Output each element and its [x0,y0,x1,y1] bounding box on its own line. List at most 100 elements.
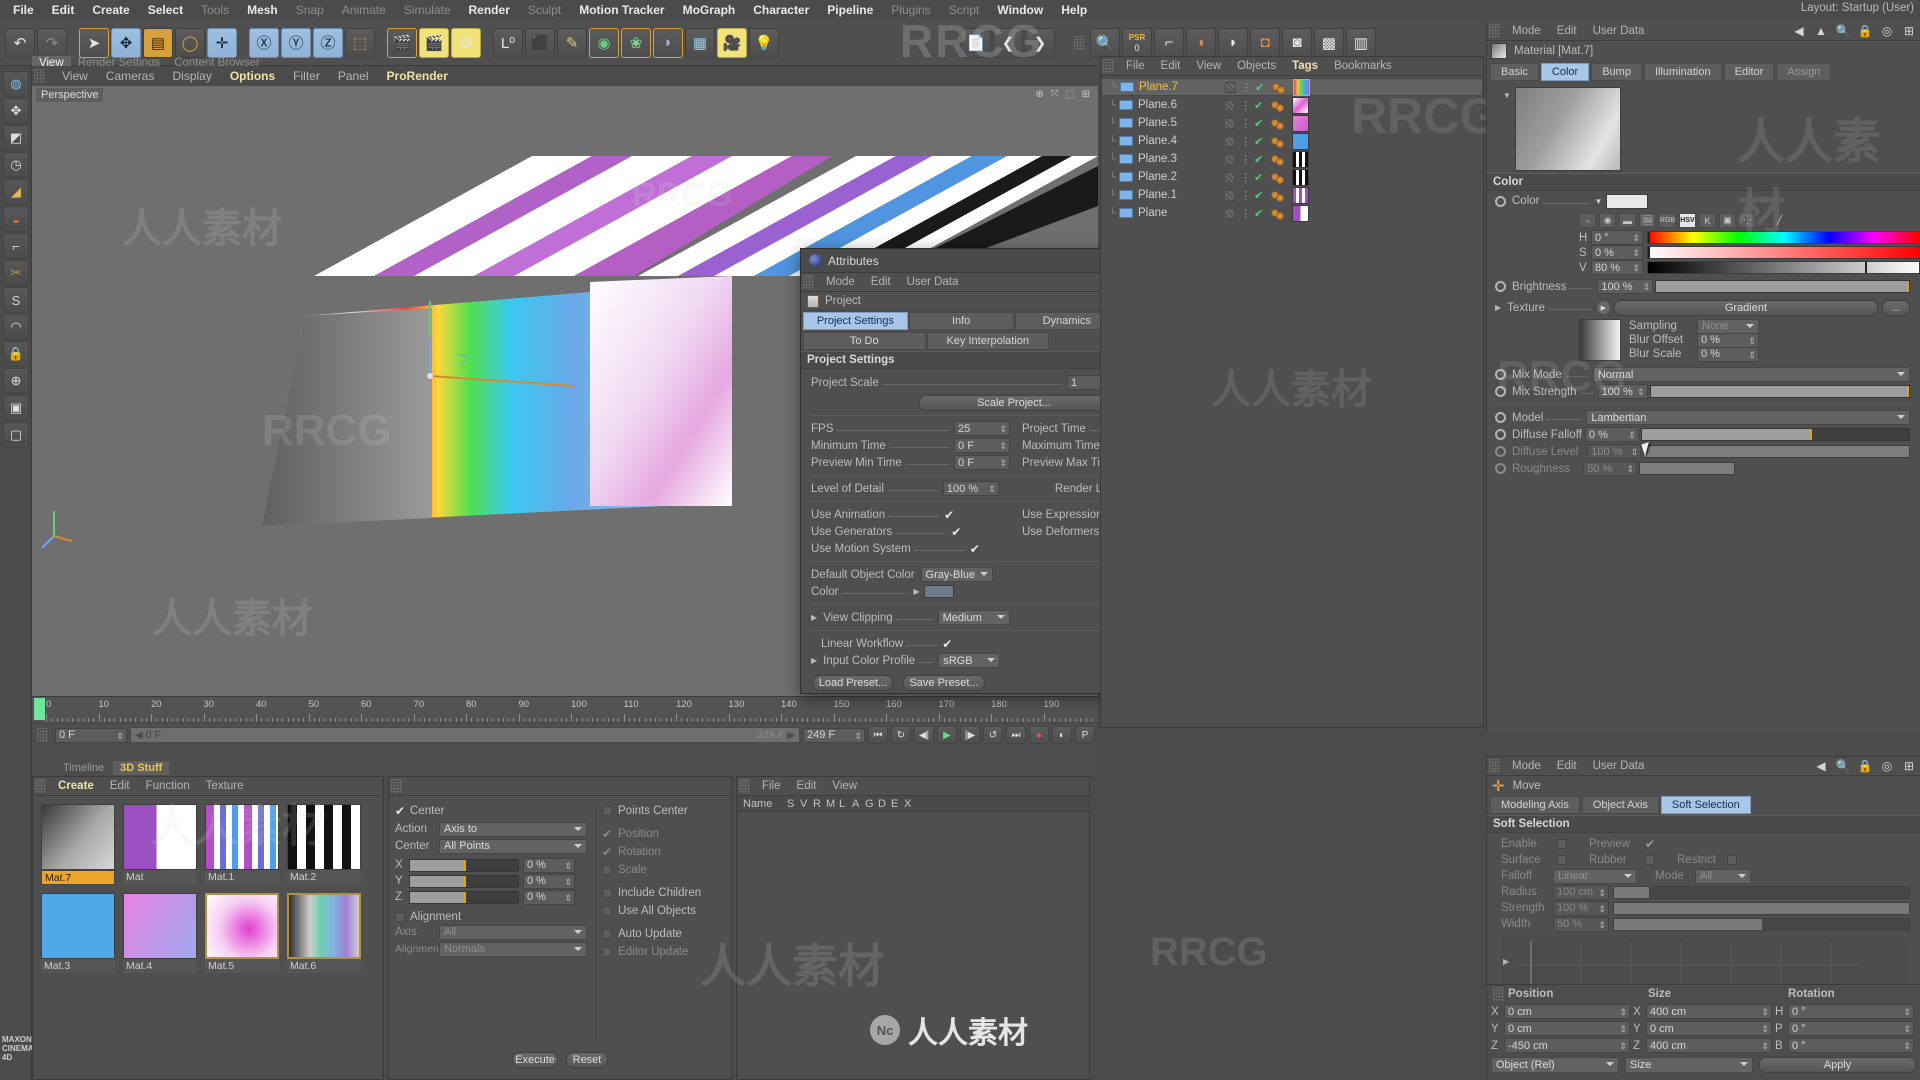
viewport-menu-display[interactable]: Display [163,66,220,86]
snap-poly-icon[interactable]: ◘ [1250,28,1280,58]
viewport-menu-cameras[interactable]: Cameras [97,66,164,86]
snap-vertex-icon[interactable]: ◖ [1186,28,1216,58]
menu-item-mograph[interactable]: MoGraph [674,0,745,20]
diffuse-falloff-field[interactable]: 0 %⇕ [1585,427,1639,442]
enable-check-icon[interactable]: ✔ [1254,153,1263,166]
mix-strength-field[interactable]: 100 %⇕ [1598,384,1648,399]
coord-back-icon[interactable]: ◀ [1810,757,1832,775]
ss-width-field[interactable]: 50 %⇕ [1553,917,1609,932]
ss-strength-slider[interactable] [1613,902,1910,915]
texture-tag-icon[interactable] [1276,212,1284,220]
material-browser-panel[interactable]: CreateEditFunctionTexture Mat.7MatMat.1M… [32,776,384,1080]
coord-tab-object-axis[interactable]: Object Axis [1582,796,1659,814]
viewport-menu-grip[interactable] [34,69,45,83]
object-row[interactable]: └Plane⋮✔ [1101,204,1483,222]
material-thumbnail[interactable] [123,804,197,870]
object-attributes-menu[interactable]: FileEditView [737,777,1089,796]
menu-item-pipeline[interactable]: Pipeline [818,0,882,20]
coord-search-icon[interactable]: 🔍 [1832,757,1854,775]
autokey-icon[interactable]: ◐ [1052,726,1072,744]
coord-tab-modeling-axis[interactable]: Modeling Axis [1490,796,1580,814]
axis-z-icon[interactable]: Ⓩ [313,28,343,58]
minimum-time-field[interactable]: 0 F⇕ [954,438,1010,453]
include-children-checkbox[interactable] [602,888,612,898]
frame-range-bar[interactable]: ◀ 0 F 249 F ▶ [130,727,800,743]
size-field-Y[interactable]: 0 cm⇕ [1646,1021,1772,1036]
undo-icon[interactable]: ↶ [5,28,35,58]
menu-item-sculpt[interactable]: Sculpt [519,0,570,20]
material-thumbnail[interactable] [205,804,279,870]
enable-check-icon[interactable]: ✔ [1254,189,1263,202]
null-object-icon[interactable]: L⁰ [493,28,523,58]
live-selection-tool-icon[interactable]: ◍ [3,71,29,97]
material-swatch[interactable] [1292,97,1309,114]
ss-strength-field[interactable]: 100 %⇕ [1553,901,1609,916]
mat-pin-icon[interactable]: ⊞ [1898,22,1920,40]
axis-select[interactable]: All [439,925,587,940]
material-grid[interactable]: Mat.7MatMat.1Mat.2Mat.3Mat.4Mat.5Mat.6 [33,796,383,981]
menu-user-data[interactable]: User Data [1585,22,1653,41]
layer-dots-icon[interactable]: ⋮ [1240,189,1251,202]
viewport-menu-filter[interactable]: Filter [284,66,329,86]
view-clipping-expand-icon[interactable]: ▶ [811,613,817,622]
menu-item-create[interactable]: Create [83,0,138,20]
visibility-toggle-icon[interactable] [1224,118,1235,129]
mat-search-icon[interactable]: 🔍 [1832,22,1854,40]
menu-item-character[interactable]: Character [744,0,818,20]
roughness-field[interactable]: 50 %⇕ [1583,461,1637,476]
snap-workplane-icon[interactable]: ▥ [1346,28,1376,58]
transport-grip[interactable] [37,728,48,742]
model-toggle-icon[interactable] [1495,412,1506,423]
material-tab-basic[interactable]: Basic [1490,63,1539,81]
mix-strength-toggle-icon[interactable] [1495,386,1506,397]
menu-mode[interactable]: Mode [818,273,863,292]
snap-edge-icon[interactable]: ◗ [1218,28,1248,58]
roughness-toggle-icon[interactable] [1495,463,1506,474]
brush-tool-icon[interactable]: ◢ [3,179,29,205]
snap-axis-icon[interactable]: ⌐ [1154,28,1184,58]
step-forward-icon[interactable]: |▶ [960,726,980,744]
viewport-menu-prorender[interactable]: ProRender [378,66,457,86]
tp-field-X[interactable]: 0 %⇕ [523,858,575,873]
blur-scale-field[interactable]: 0 %⇕ [1697,347,1759,362]
lock-axis-icon[interactable]: 🔒 [3,341,29,367]
alignment-checkbox[interactable] [395,912,405,922]
size-field-X[interactable]: 400 cm⇕ [1646,1004,1772,1019]
tp-field-Z[interactable]: 0 %⇕ [523,890,575,905]
material-color-swatch[interactable] [1606,194,1648,209]
auto-update-checkbox[interactable] [602,929,612,939]
eyedropper-icon[interactable]: ╱ [1771,213,1788,228]
timeline-tab-bar[interactable]: Timeline3D Stuff [32,760,169,776]
material-tab-editor[interactable]: Editor [1724,63,1775,81]
material-thumbnail[interactable] [123,893,197,959]
axis-x-icon[interactable]: Ⓧ [249,28,279,58]
texture-button[interactable]: Gradient [1614,300,1878,316]
layer-dots-icon[interactable]: ⋮ [1240,99,1251,112]
menu-function[interactable]: Function [138,777,198,796]
material-tab-assign[interactable]: Assign [1776,63,1831,81]
execute-button[interactable]: Execute [512,1052,558,1068]
snap-magnify-icon[interactable]: 🔍 [1090,28,1120,58]
preview-expand-icon[interactable]: ▼ [1503,91,1511,100]
ss-preview-checkbox[interactable]: ✔ [1645,839,1655,849]
workplane-icon[interactable]: ▣ [3,395,29,421]
record-icon[interactable]: ● [1029,726,1049,744]
hsv-slider-H[interactable] [1647,231,1920,244]
tool-options-panel[interactable]: ✔ Center Action Axis to Center All Point… [388,776,732,1080]
menu-item-simulate[interactable]: Simulate [395,0,460,20]
visibility-toggle-icon[interactable] [1224,100,1235,111]
material-thumbnail[interactable] [287,804,361,870]
viewport-menu-panel[interactable]: Panel [329,66,378,86]
snap-grid-icon[interactable]: ▩ [1314,28,1344,58]
diffuse-level-field[interactable]: 100 %⇕ [1587,444,1641,459]
viewport-menu-view[interactable]: View [53,66,97,86]
layer-dots-icon[interactable]: ⋮ [1241,81,1252,94]
mat-target-icon[interactable]: ◎ [1876,22,1898,40]
menu-tags[interactable]: Tags [1284,57,1326,76]
save-preset-button[interactable]: Save Preset... [903,675,985,691]
attributes-tab-to-do[interactable]: To Do [803,332,926,350]
linear-workflow-checkbox[interactable]: ✔ [942,639,952,649]
layer-dots-icon[interactable]: ⋮ [1240,117,1251,130]
subdivision-icon[interactable]: ◗ [653,28,683,58]
wheel-icon[interactable]: ◉ [1599,213,1616,228]
